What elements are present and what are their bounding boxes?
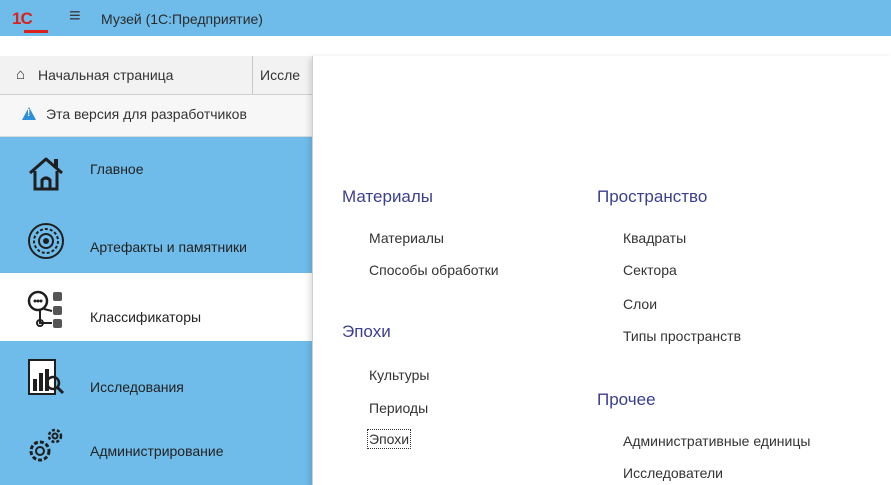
link-researchers[interactable]: Исследователи bbox=[623, 465, 723, 481]
1c-logo[interactable]: 1С bbox=[12, 9, 48, 33]
artifact-icon bbox=[28, 223, 64, 259]
house-icon bbox=[29, 157, 63, 191]
sidebar-item-main[interactable]: Главное bbox=[0, 137, 312, 205]
link-admin-units[interactable]: Административные единицы bbox=[623, 433, 810, 449]
section-epochs-title: Эпохи bbox=[342, 322, 391, 341]
sidebar-item-label: Классификаторы bbox=[90, 309, 202, 325]
info-bar: ! Эта версия для разработчиков bbox=[0, 95, 312, 137]
info-text: Эта версия для разработчиков bbox=[46, 106, 247, 122]
link-squares[interactable]: Квадраты bbox=[623, 230, 686, 246]
link-layers[interactable]: Слои bbox=[623, 296, 657, 312]
tab-research[interactable]: Иссле bbox=[260, 56, 312, 94]
sidebar-item-label: Артефакты и памятники bbox=[90, 239, 248, 255]
link-materials[interactable]: Материалы bbox=[369, 230, 444, 246]
title-bar: 1С ≡ Музей (1С:Предприятие) bbox=[0, 0, 891, 36]
hamburger-menu-icon[interactable]: ≡ bbox=[69, 6, 81, 26]
tab-research-label: Иссле bbox=[260, 67, 301, 83]
section-other-title: Прочее bbox=[597, 390, 656, 409]
sidebar-item-classifiers[interactable]: Классификаторы bbox=[0, 273, 312, 341]
link-epochs[interactable]: Эпохи bbox=[366, 429, 412, 449]
sidebar-item-label: Администрирование bbox=[90, 443, 224, 459]
sidebar-item-label: Главное bbox=[90, 161, 144, 177]
research-icon bbox=[28, 359, 65, 395]
link-sectors[interactable]: Сектора bbox=[623, 262, 677, 278]
sidebar: Главное Артефакты и памятники Классифика… bbox=[0, 137, 312, 485]
link-processing-methods[interactable]: Способы обработки bbox=[369, 262, 499, 278]
tab-home[interactable]: ⌂ Начальная страница bbox=[0, 56, 253, 94]
link-cultures[interactable]: Культуры bbox=[369, 367, 429, 383]
logo-text: 1С bbox=[12, 9, 33, 28]
sidebar-item-artifacts[interactable]: Артефакты и памятники bbox=[0, 205, 312, 273]
gears-icon bbox=[29, 428, 63, 462]
classifiers-panel: Материалы Материалы Способы обработки Эп… bbox=[312, 56, 891, 485]
sidebar-item-label: Исследования bbox=[90, 379, 184, 395]
link-periods[interactable]: Периоды bbox=[369, 400, 428, 416]
window-title: Музей (1С:Предприятие) bbox=[101, 11, 263, 27]
section-materials-title: Материалы bbox=[342, 187, 434, 206]
sidebar-item-research[interactable]: Исследования bbox=[0, 341, 312, 409]
home-icon: ⌂ bbox=[16, 66, 26, 83]
link-space-types[interactable]: Типы пространств bbox=[623, 328, 741, 344]
tab-home-label: Начальная страница bbox=[38, 67, 174, 83]
section-space-title: Пространство bbox=[597, 187, 708, 206]
classifier-icon bbox=[27, 290, 62, 328]
sidebar-item-administration[interactable]: Администрирование bbox=[0, 409, 312, 477]
